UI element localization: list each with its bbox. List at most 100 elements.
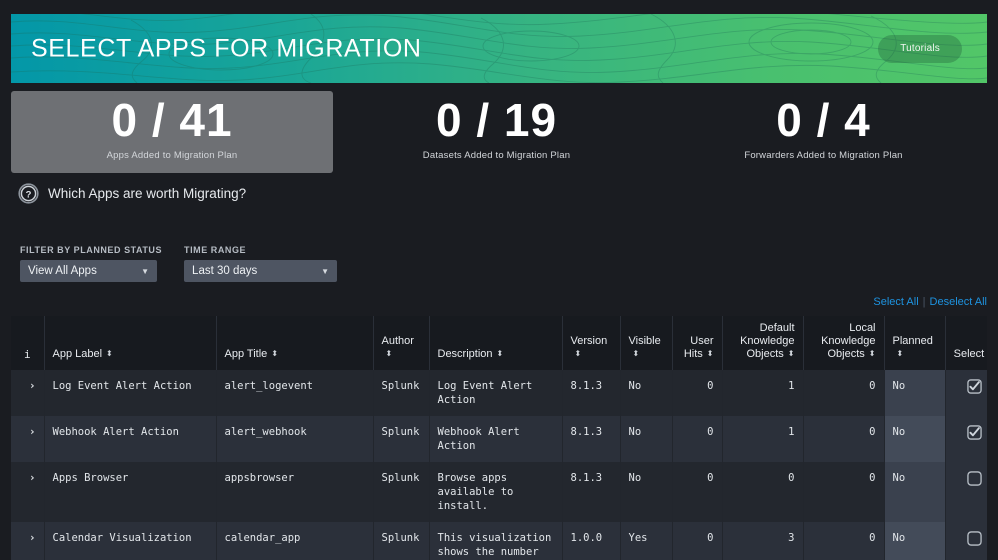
cell-select[interactable] [944,416,987,462]
column-header-default-knowledge-objects-text: Default Knowledge Objects [740,322,795,360]
stat-value-apps: 0 / 41 [111,94,233,146]
cell-author: Splunk [372,522,429,560]
stat-card-apps: 0 / 41 Apps Added to Migration Plan [11,91,333,173]
column-header-app-label[interactable]: App Label ⬍ [43,316,216,370]
cell-local-knowledge-objects: 0 [802,462,884,522]
cell-planned: No [883,522,945,560]
checkbox-checked-icon[interactable] [967,379,982,394]
cell-app-title: alert_webhook [215,416,373,462]
cell-select[interactable] [944,370,987,416]
column-header-app-title[interactable]: App Title ⬍ [215,316,373,370]
cell-select[interactable] [944,522,987,560]
cell-default-knowledge-objects: 3 [721,522,803,560]
column-header-description[interactable]: Description ⬍ [428,316,562,370]
apps-table-head: i App Label ⬍ App Title ⬍ Author⬍ Descript… [11,316,987,370]
cell-description: Browse apps available to install. [428,462,562,522]
cell-version: 8.1.3 [561,370,620,416]
cell-default-knowledge-objects: 0 [721,462,803,522]
stat-card-datasets: 0 / 19 Datasets Added to Migration Plan [333,91,660,173]
cell-app-title: calendar_app [215,522,373,560]
cell-visible: No [619,370,672,416]
checkbox-unchecked-icon[interactable] [967,531,982,546]
cell-local-knowledge-objects: 0 [802,522,884,560]
filter-planned-status-value: View All Apps [28,265,97,277]
row-expand-chevron-icon[interactable]: › [11,462,44,522]
sort-icon[interactable]: ⬍ [271,350,278,358]
cell-version: 1.0.0 [561,522,620,560]
column-header-planned[interactable]: Planned ⬍ [883,316,945,370]
column-header-author[interactable]: Author ⬍ [372,316,429,370]
cell-author: Splunk [372,370,429,416]
cell-default-knowledge-objects: 1 [721,370,803,416]
checkbox-checked-icon[interactable] [967,425,982,440]
select-all-link[interactable]: Select All [873,296,918,308]
stat-value-forwarders: 0 / 4 [776,94,871,146]
select-links-separator: | [922,296,926,308]
table-row[interactable]: › Log Event Alert Action alert_logevent Spl… [11,370,987,416]
column-header-user-hits[interactable]: User Hits ⬍ [671,316,722,370]
svg-text:?: ? [26,189,32,200]
filter-time-range-value: Last 30 days [192,265,258,277]
checkbox-unchecked-icon[interactable] [967,471,982,486]
sort-icon[interactable]: ⬍ [869,350,876,358]
row-expand-chevron-icon[interactable]: › [11,416,44,462]
column-header-select-text: Select [953,348,985,360]
column-header-version[interactable]: Version ⬍ [561,316,620,370]
cell-app-label: Webhook Alert Action [43,416,216,462]
apps-table-header-row: i App Label ⬍ App Title ⬍ Author⬍ Descript… [11,316,987,370]
stat-card-forwarders: 0 / 4 Forwarders Added to Migration Plan [660,91,987,173]
filter-time-range-dropdown[interactable]: Last 30 days ▼ [184,260,338,282]
cell-user-hits: 0 [671,522,722,560]
cell-user-hits: 0 [671,416,722,462]
table-row[interactable]: › Webhook Alert Action alert_webhook Splunk… [11,416,987,462]
column-header-visible-text: Visible [628,335,661,347]
row-expand-chevron-icon[interactable]: › [11,370,44,416]
column-header-description-text: Description [437,348,493,360]
cell-planned: No [883,370,945,416]
column-header-select[interactable]: Select⬍ [944,316,987,370]
cell-local-knowledge-objects: 0 [802,416,884,462]
column-header-app-label-text: App Label [52,348,103,360]
table-row[interactable]: › Apps Browser appsbrowser Splunk Browse app… [11,462,987,522]
cell-visible: No [619,462,672,522]
filter-bar: FILTER BY PLANNED STATUS View All Apps ▼… [20,245,338,282]
chevron-down-icon: ▼ [321,266,330,276]
column-header-default-knowledge-objects[interactable]: Default Knowledge Objects ⬍ [721,316,803,370]
sort-icon[interactable]: ⬍ [788,350,795,358]
stat-label-forwarders: Forwarders Added to Migration Plan [744,150,903,161]
question-circle-icon[interactable]: ? [18,183,39,204]
tutorials-button[interactable]: Tutorials [878,34,962,63]
filter-time-range-label: TIME RANGE [184,245,247,255]
chevron-down-icon: ▼ [141,266,149,276]
cell-planned: No [883,462,945,522]
page-banner: SELECT APPS FOR MIGRATION Tutorials [11,14,987,83]
table-row[interactable]: › Calendar Visualization calendar_app Splun… [11,522,987,560]
select-links: Select All | Deselect All [873,296,987,308]
sort-icon[interactable]: ⬍ [497,350,504,358]
deselect-all-link[interactable]: Deselect All [930,296,987,308]
sort-icon[interactable]: ⬍ [707,350,714,358]
cell-user-hits: 0 [671,370,722,416]
column-header-visible[interactable]: Visible ⬍ [619,316,672,370]
stats-row: 0 / 41 Apps Added to Migration Plan 0 / … [11,91,987,173]
cell-select[interactable] [944,462,987,522]
sort-icon[interactable]: ⬍ [633,350,640,358]
apps-table-container[interactable]: i App Label ⬍ App Title ⬍ Author⬍ Descript… [11,316,987,560]
cell-app-label: Calendar Visualization [43,522,216,560]
stat-value-datasets: 0 / 19 [435,94,558,146]
sort-icon[interactable]: ⬍ [897,350,904,358]
column-header-info: i [11,316,44,370]
cell-user-hits: 0 [671,462,722,522]
row-expand-chevron-icon[interactable]: › [11,522,44,560]
cell-planned: No [883,416,945,462]
cell-description: This visualization shows the number of e… [428,522,562,560]
filter-planned-status-dropdown[interactable]: View All Apps ▼ [20,260,157,282]
filter-time-range: TIME RANGE Last 30 days ▼ [184,245,338,282]
cell-visible: No [619,416,672,462]
sort-icon[interactable]: ⬍ [106,350,113,358]
column-header-local-knowledge-objects[interactable]: Local Knowledge Objects ⬍ [802,316,884,370]
sort-icon[interactable]: ⬍ [575,350,582,358]
cell-default-knowledge-objects: 1 [721,416,803,462]
help-row[interactable]: ? Which Apps are worth Migrating? [18,183,246,204]
sort-icon[interactable]: ⬍ [386,350,393,358]
